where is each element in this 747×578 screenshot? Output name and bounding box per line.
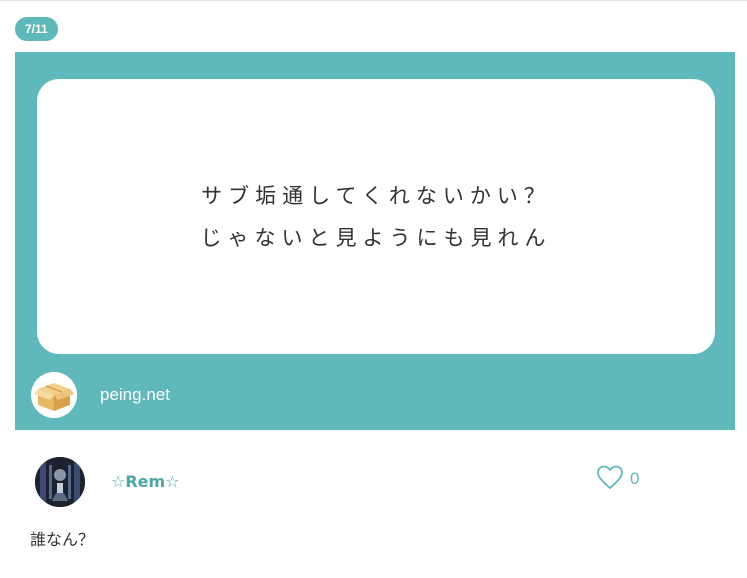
answer-page: 7/11 サブ垢通してくれないかい？ じゃないと見ようにも見れん peing.n… xyxy=(0,0,747,578)
site-label[interactable]: peing.net xyxy=(100,385,170,405)
question-card[interactable]: サブ垢通してくれないかい？ じゃないと見ようにも見れん peing.net xyxy=(15,52,735,430)
like-button[interactable]: 0 xyxy=(596,464,639,494)
page-counter-badge: 7/11 xyxy=(15,17,58,41)
answer-text: 誰なん？ xyxy=(30,530,95,549)
question-line-2: じゃないと見ようにも見れん xyxy=(200,225,552,250)
avatar[interactable] xyxy=(35,457,85,507)
answerer-username[interactable]: ☆Rem☆ xyxy=(111,472,180,491)
question-line-1: サブ垢通してくれないかい？ xyxy=(201,183,551,208)
question-bubble: サブ垢通してくれないかい？ じゃないと見ようにも見れん xyxy=(37,79,715,354)
like-count: 0 xyxy=(630,469,640,488)
cardboard-box-icon xyxy=(31,372,77,418)
heart-outline-icon xyxy=(596,464,624,494)
